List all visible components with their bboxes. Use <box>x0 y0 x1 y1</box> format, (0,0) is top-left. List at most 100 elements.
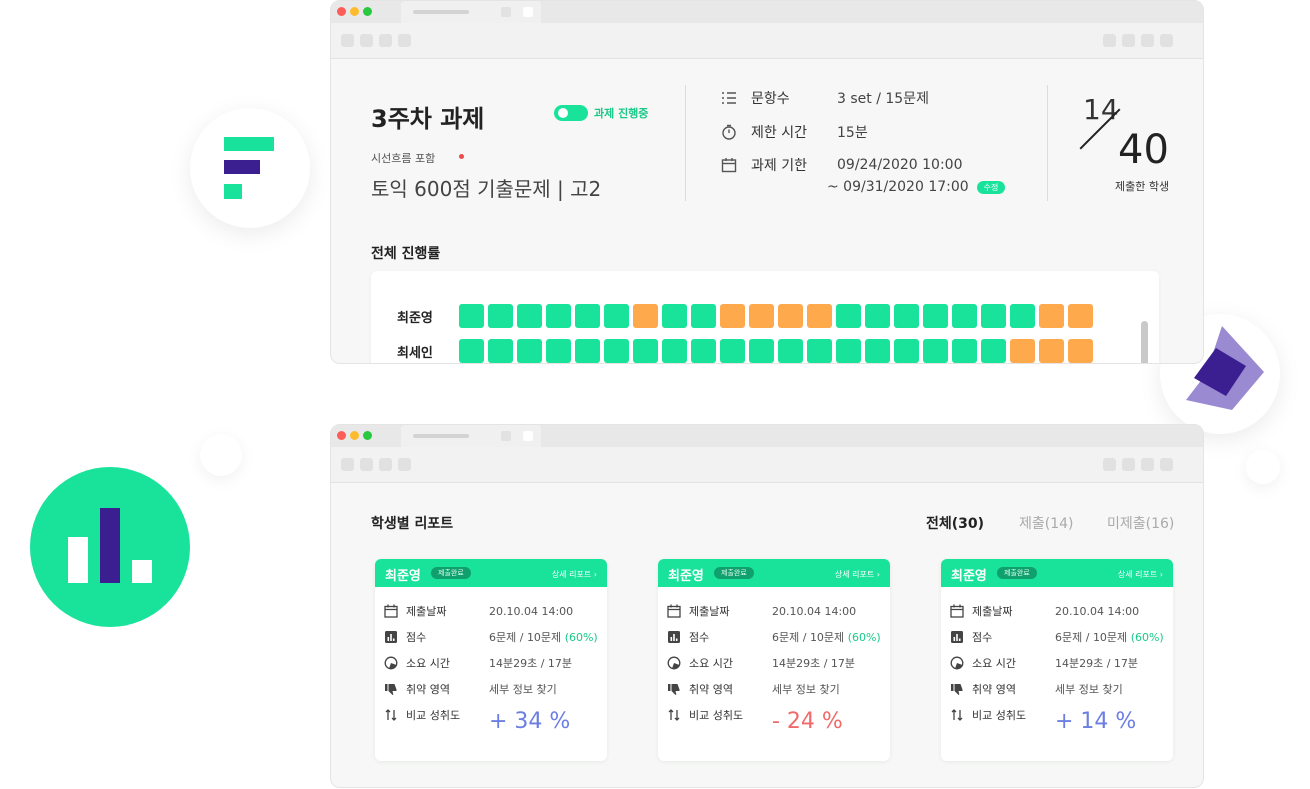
forward-button[interactable] <box>360 458 373 471</box>
progress-scrollbar[interactable] <box>1141 321 1148 363</box>
progress-cell-complete[interactable] <box>952 304 977 328</box>
minimize-window-button[interactable] <box>350 431 359 440</box>
progress-cell-complete[interactable] <box>923 304 948 328</box>
time-spent: 14분29초 / 17분 <box>772 657 856 670</box>
toolbar-action-2[interactable] <box>1122 458 1135 471</box>
toolbar-action-4[interactable] <box>1160 458 1173 471</box>
toolbar-action-3[interactable] <box>1141 458 1154 471</box>
progress-cell-complete[interactable] <box>575 304 600 328</box>
detail-report-link[interactable]: 상세 리포트 › <box>835 569 880 580</box>
progress-cell-complete[interactable] <box>836 339 861 363</box>
progress-cell-complete[interactable] <box>662 339 687 363</box>
progress-cell-complete[interactable] <box>720 339 745 363</box>
progress-cells <box>459 304 1093 328</box>
detail-report-link[interactable]: 상세 리포트 › <box>1118 569 1163 580</box>
progress-cell-partial[interactable] <box>720 304 745 328</box>
progress-cell-partial[interactable] <box>778 304 803 328</box>
field-label: 소요 시간 <box>689 657 733 670</box>
progress-cell-complete[interactable] <box>836 304 861 328</box>
filter-all[interactable]: 전체(30) <box>926 513 984 533</box>
toolbar-action-1[interactable] <box>1103 458 1116 471</box>
progress-cell-complete[interactable] <box>865 339 890 363</box>
maximize-window-button[interactable] <box>363 431 372 440</box>
progress-cell-complete[interactable] <box>894 339 919 363</box>
progress-cell-partial[interactable] <box>1039 339 1064 363</box>
progress-cell-partial[interactable] <box>807 304 832 328</box>
assignment-status-toggle[interactable] <box>554 105 588 121</box>
title-bar <box>331 1 1203 23</box>
reload-button[interactable] <box>379 458 392 471</box>
weak-area: 세부 정보 찾기 <box>1055 683 1123 696</box>
progress-cell-complete[interactable] <box>662 304 687 328</box>
filter-submitted[interactable]: 제출(14) <box>1019 513 1074 533</box>
field-label: 취약 영역 <box>972 683 1016 696</box>
toolbar-action-3[interactable] <box>1141 34 1154 47</box>
progress-cell-complete[interactable] <box>517 339 542 363</box>
sort-arrows-icon <box>951 709 963 721</box>
clock-icon <box>667 656 681 670</box>
tab-close-icon[interactable] <box>501 7 511 17</box>
forward-button[interactable] <box>360 34 373 47</box>
time-spent: 14분29초 / 17분 <box>489 657 573 670</box>
progress-cell-complete[interactable] <box>749 339 774 363</box>
toolbar-action-2[interactable] <box>1122 34 1135 47</box>
progress-cell-partial[interactable] <box>1068 304 1093 328</box>
home-button[interactable] <box>398 458 411 471</box>
progress-cell-complete[interactable] <box>459 339 484 363</box>
weak-area: 세부 정보 찾기 <box>489 683 557 696</box>
score-text: 6문제 / 10문제 <box>489 631 562 644</box>
minimize-window-button[interactable] <box>350 7 359 16</box>
maximize-window-button[interactable] <box>363 7 372 16</box>
info-question-count: 문항수 3 set / 15문제 <box>721 88 929 108</box>
close-window-button[interactable] <box>337 7 346 16</box>
progress-cell-complete[interactable] <box>778 339 803 363</box>
comparative-achievement: + 34 % <box>489 709 571 734</box>
progress-cell-complete[interactable] <box>894 304 919 328</box>
toolbar-action-1[interactable] <box>1103 34 1116 47</box>
progress-cell-complete[interactable] <box>604 304 629 328</box>
calendar-icon <box>384 604 398 618</box>
progress-cell-complete[interactable] <box>604 339 629 363</box>
progress-cell-complete[interactable] <box>517 304 542 328</box>
field-label: 제출날짜 <box>972 605 1013 618</box>
back-button[interactable] <box>341 34 354 47</box>
toggle-knob <box>558 108 568 118</box>
new-tab-button[interactable] <box>523 431 533 441</box>
submit-date: 20.10.04 14:00 <box>772 604 857 618</box>
progress-cell-partial[interactable] <box>1039 304 1064 328</box>
progress-cell-complete[interactable] <box>981 304 1006 328</box>
progress-cell-complete[interactable] <box>488 339 513 363</box>
progress-cell-complete[interactable] <box>865 304 890 328</box>
filter-unsubmitted[interactable]: 미제출(16) <box>1107 513 1174 533</box>
progress-cell-complete[interactable] <box>546 339 571 363</box>
detail-report-link[interactable]: 상세 리포트 › <box>552 569 597 580</box>
close-window-button[interactable] <box>337 431 346 440</box>
progress-cell-complete[interactable] <box>691 304 716 328</box>
reload-button[interactable] <box>379 34 392 47</box>
progress-cell-complete[interactable] <box>575 339 600 363</box>
toolbar-action-4[interactable] <box>1160 34 1173 47</box>
back-button[interactable] <box>341 458 354 471</box>
progress-cell-complete[interactable] <box>488 304 513 328</box>
progress-cell-complete[interactable] <box>923 339 948 363</box>
browser-tab[interactable] <box>401 425 541 447</box>
progress-cell-complete[interactable] <box>633 339 658 363</box>
progress-cell-complete[interactable] <box>807 339 832 363</box>
progress-cell-complete[interactable] <box>546 304 571 328</box>
progress-cell-partial[interactable] <box>1068 339 1093 363</box>
progress-cell-complete[interactable] <box>952 339 977 363</box>
browser-tab[interactable] <box>401 1 541 23</box>
progress-cell-complete[interactable] <box>691 339 716 363</box>
progress-cell-complete[interactable] <box>981 339 1006 363</box>
assignment-window: 3주차 과제 과제 진행중 시선흐름 포함 토익 600점 기출문제 | 고2 … <box>330 0 1204 364</box>
chart-logo-badge <box>30 467 190 627</box>
progress-cell-partial[interactable] <box>633 304 658 328</box>
progress-cell-complete[interactable] <box>1010 304 1035 328</box>
progress-cell-partial[interactable] <box>749 304 774 328</box>
home-button[interactable] <box>398 34 411 47</box>
progress-cell-partial[interactable] <box>1010 339 1035 363</box>
new-tab-button[interactable] <box>523 7 533 17</box>
edit-deadline-button[interactable]: 수정 <box>976 180 1006 194</box>
progress-cell-complete[interactable] <box>459 304 484 328</box>
tab-close-icon[interactable] <box>501 431 511 441</box>
